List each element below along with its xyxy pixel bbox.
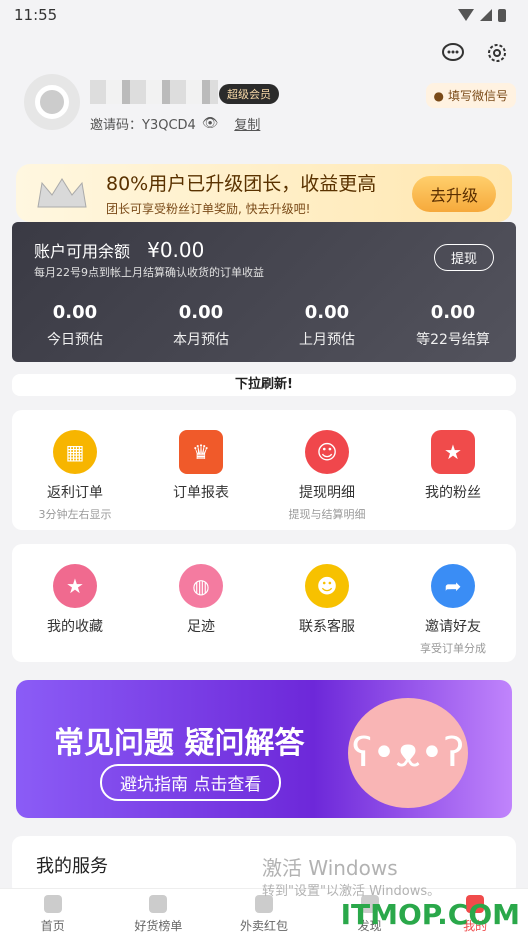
footprint-icon: ◍ <box>179 564 223 608</box>
fill-wechat-button[interactable]: ● 填写微信号 <box>425 83 516 108</box>
stat-label: 等22号结算 <box>416 332 490 348</box>
grid-label: 足迹 <box>187 619 215 635</box>
stat-pending-22[interactable]: 0.00 等22号结算 <box>390 302 516 349</box>
username-blurred <box>90 80 218 104</box>
star-icon: ★ <box>53 564 97 608</box>
grid-label: 我的收藏 <box>47 619 103 635</box>
signal-icon <box>480 9 492 21</box>
grid-label: 订单报表 <box>173 485 229 501</box>
balance-subtitle: 每月22号9点到帐上月结算确认收货的订单收益 <box>34 266 264 279</box>
grid-label: 返利订单 <box>47 485 103 501</box>
grid-label: 提现明细 <box>299 485 355 501</box>
grid-sub: 3分钟左右显示 <box>38 508 112 521</box>
header-actions <box>440 40 510 66</box>
stat-value: 0.00 <box>52 302 98 323</box>
balance-card: 账户可用余额 ¥0.00 每月22号9点到帐上月结算确认收货的订单收益 提现 0… <box>12 222 516 362</box>
upgrade-button[interactable]: 去升级 <box>411 176 496 212</box>
withdraw-button[interactable]: 提现 <box>433 244 494 271</box>
bear-illustration: ʕ•ᴥ•ʔ <box>348 698 468 808</box>
chat-icon[interactable] <box>440 40 466 66</box>
status-time: 11:55 <box>14 6 58 24</box>
grid-sub: 享受订单分成 <box>420 642 486 655</box>
invite-code-row: 邀请码：Y3QCD4 👁 复制 <box>90 114 260 133</box>
balance-stats: 0.00 今日预估 0.00 本月预估 0.00 上月预估 0.00 等22号结… <box>12 302 516 349</box>
gear-icon[interactable] <box>484 40 510 66</box>
tab-home[interactable]: 首页 <box>0 889 106 939</box>
eye-icon[interactable]: 👁 <box>202 116 219 131</box>
user-star-icon: ★ <box>431 430 475 474</box>
home-icon <box>43 895 62 913</box>
status-bar: 11:55 <box>0 0 528 30</box>
stat-last-month[interactable]: 0.00 上月预估 <box>264 302 390 349</box>
grid-item-favorites[interactable]: ★ 我的收藏 <box>12 544 138 662</box>
smile-icon: ☺ <box>305 430 349 474</box>
status-icons <box>458 8 506 22</box>
pull-refresh-tip: 下拉刷新! <box>12 374 516 396</box>
battery-icon <box>498 8 506 22</box>
avatar[interactable] <box>24 74 80 130</box>
grid-label: 联系客服 <box>299 619 355 635</box>
stat-this-month[interactable]: 0.00 本月预估 <box>138 302 264 349</box>
grid-item-order-report[interactable]: ♛ 订单报表 <box>138 410 264 530</box>
stat-value: 0.00 <box>430 302 476 323</box>
tab-label: 好货榜单 <box>134 919 183 933</box>
tab-label: 外卖红包 <box>239 919 288 933</box>
tab-hot-list[interactable]: 好货榜单 <box>106 889 212 939</box>
wechat-icon: ● <box>433 88 444 103</box>
faq-title: 常见问题 疑问解答 <box>54 726 305 761</box>
stat-today[interactable]: 0.00 今日预估 <box>12 302 138 349</box>
vip-badge: 超级会员 <box>219 84 279 104</box>
grid-label: 邀请好友 <box>425 619 481 635</box>
pull-refresh-text: 下拉刷新! <box>235 377 293 392</box>
stat-value: 0.00 <box>304 302 350 323</box>
promo-title: 80%用户已升级团长，收益更高 <box>106 173 377 195</box>
stat-label: 上月预估 <box>299 332 355 348</box>
services-title: 我的服务 <box>36 856 108 877</box>
grid-item-my-fans[interactable]: ★ 我的粉丝 <box>390 410 516 530</box>
grid-label: 我的粉丝 <box>425 485 481 501</box>
stat-value: 0.00 <box>178 302 224 323</box>
stat-label: 今日预估 <box>47 332 103 348</box>
feature-grid-1: ▦ 返利订单 3分钟左右显示 ♛ 订单报表 ☺ 提现明细 提现与结算明细 ★ 我… <box>12 410 516 530</box>
shop-icon: ▦ <box>53 430 97 474</box>
fire-icon <box>149 895 168 913</box>
grid-item-withdraw-details[interactable]: ☺ 提现明细 提现与结算明细 <box>264 410 390 530</box>
balance-title: 账户可用余额 <box>34 242 131 261</box>
share-icon: ➦ <box>431 564 475 608</box>
feature-grid-2: ★ 我的收藏 ◍ 足迹 ☻ 联系客服 ➦ 邀请好友 享受订单分成 <box>12 544 516 662</box>
stat-label: 本月预估 <box>173 332 229 348</box>
grid-item-customer-service[interactable]: ☻ 联系客服 <box>264 544 390 662</box>
copy-link[interactable]: 复制 <box>234 114 260 133</box>
windows-watermark-sub: 转到"设置"以激活 Windows。 <box>262 884 441 899</box>
faq-banner[interactable]: 常见问题 疑问解答 避坑指南 点击查看 ʕ•ᴥ•ʔ <box>16 680 512 818</box>
balance-value: ¥0.00 <box>147 238 205 262</box>
faq-button[interactable]: 避坑指南 点击查看 <box>100 764 282 801</box>
wechat-button-label: 填写微信号 <box>447 89 508 103</box>
windows-watermark: 激活 Windows <box>262 856 398 880</box>
invite-code: 邀请码：Y3QCD4 <box>90 118 196 133</box>
grid-item-footprints[interactable]: ◍ 足迹 <box>138 544 264 662</box>
crown-icon: ♛ <box>179 430 223 474</box>
grid-item-invite-friends[interactable]: ➦ 邀请好友 享受订单分成 <box>390 544 516 662</box>
grid-item-rebate-orders[interactable]: ▦ 返利订单 3分钟左右显示 <box>12 410 138 530</box>
emoji-icon: ☻ <box>305 564 349 608</box>
grid-sub: 提现与结算明细 <box>288 508 366 521</box>
promo-subtitle: 团长可享受粉丝订单奖励, 快去升级吧! <box>106 202 311 216</box>
tab-label: 首页 <box>40 919 65 933</box>
site-watermark: ITMOP.COM <box>340 898 520 931</box>
crown-icon <box>32 173 92 213</box>
upgrade-promo-banner[interactable]: 80%用户已升级团长，收益更高 团长可享受粉丝订单奖励, 快去升级吧! 去升级 <box>16 164 512 222</box>
wifi-icon <box>458 9 474 21</box>
balance-title-row: 账户可用余额 ¥0.00 <box>34 238 204 262</box>
